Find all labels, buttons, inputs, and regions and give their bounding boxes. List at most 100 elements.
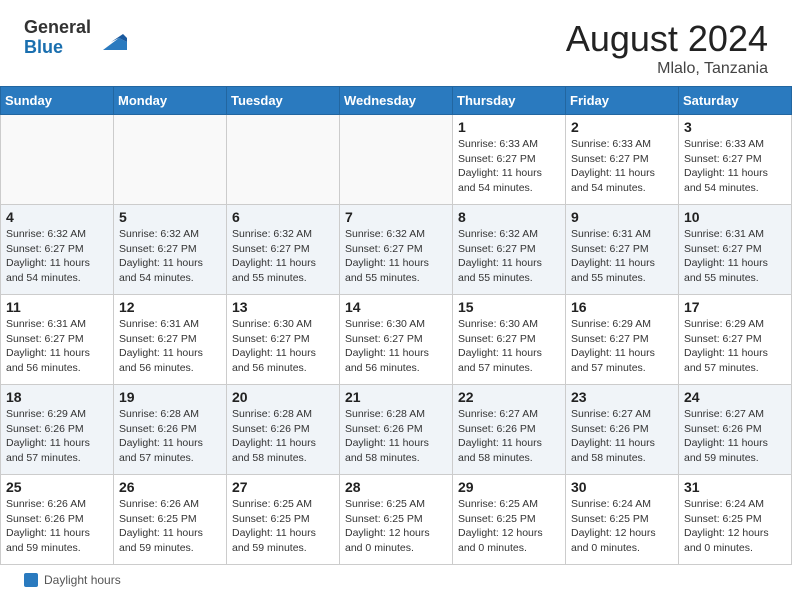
calendar-day-22: 22Sunrise: 6:27 AM Sunset: 6:26 PM Dayli…	[453, 385, 566, 475]
calendar-header: SundayMondayTuesdayWednesdayThursdayFrid…	[1, 87, 792, 115]
day-number: 26	[119, 479, 221, 495]
day-info: Sunrise: 6:29 AM Sunset: 6:27 PM Dayligh…	[571, 317, 673, 376]
day-info: Sunrise: 6:30 AM Sunset: 6:27 PM Dayligh…	[232, 317, 334, 376]
day-info: Sunrise: 6:28 AM Sunset: 6:26 PM Dayligh…	[232, 407, 334, 466]
weekday-header-friday: Friday	[566, 87, 679, 115]
day-info: Sunrise: 6:26 AM Sunset: 6:25 PM Dayligh…	[119, 497, 221, 556]
day-number: 19	[119, 389, 221, 405]
day-info: Sunrise: 6:29 AM Sunset: 6:26 PM Dayligh…	[6, 407, 108, 466]
logo-general: General	[24, 17, 91, 37]
calendar-day-15: 15 Sunrise: 6:30 AM Sunset: 6:27 PM Dayli…	[453, 295, 566, 385]
day-info: Sunrise: 6:27 AM Sunset: 6:26 PM Dayligh…	[684, 407, 786, 466]
day-number: 4	[6, 209, 108, 225]
day-info: Sunrise: 6:32 AM Sunset: 6:27 PM Dayligh…	[6, 227, 108, 286]
day-info: Sunrise: 6:32 AM Sunset: 6:27 PM Dayligh…	[119, 227, 221, 286]
day-number: 24	[684, 389, 786, 405]
calendar-day-17: 17 Sunrise: 6:29 AM Sunset: 6:27 PM Dayli…	[679, 295, 792, 385]
day-info: Sunrise: 6:28 AM Sunset: 6:26 PM Dayligh…	[119, 407, 221, 466]
calendar-day-30: 30 Sunrise: 6:24 AM Sunset: 6:25 PM Dayli…	[566, 475, 679, 565]
calendar-day-14: 14 Sunrise: 6:30 AM Sunset: 6:27 PM Dayli…	[340, 295, 453, 385]
calendar-day-3: 3Sunrise: 6:33 AM Sunset: 6:27 PM Daylig…	[679, 115, 792, 205]
calendar-week-2: 4 Sunrise: 6:32 AM Sunset: 6:27 PM Daylig…	[1, 205, 792, 295]
day-number: 25	[6, 479, 108, 495]
calendar-day-18: 18 Sunrise: 6:29 AM Sunset: 6:26 PM Dayli…	[1, 385, 114, 475]
day-number: 9	[571, 209, 673, 225]
calendar-day-25: 25 Sunrise: 6:26 AM Sunset: 6:26 PM Dayli…	[1, 475, 114, 565]
daylight-legend-label: Daylight hours	[44, 573, 121, 587]
logo-blue: Blue	[24, 37, 63, 57]
day-info: Sunrise: 6:32 AM Sunset: 6:27 PM Dayligh…	[458, 227, 560, 286]
calendar-day-8: 8Sunrise: 6:32 AM Sunset: 6:27 PM Daylig…	[453, 205, 566, 295]
calendar-day-23: 23Sunrise: 6:27 AM Sunset: 6:26 PM Dayli…	[566, 385, 679, 475]
calendar-day-9: 9 Sunrise: 6:31 AM Sunset: 6:27 PM Daylig…	[566, 205, 679, 295]
day-number: 14	[345, 299, 447, 315]
day-info: Sunrise: 6:31 AM Sunset: 6:27 PM Dayligh…	[119, 317, 221, 376]
day-number: 15	[458, 299, 560, 315]
day-info: Sunrise: 6:25 AM Sunset: 6:25 PM Dayligh…	[458, 497, 560, 556]
day-number: 2	[571, 119, 673, 135]
daylight-legend-dot	[24, 573, 38, 587]
calendar-week-3: 11Sunrise: 6:31 AM Sunset: 6:27 PM Dayli…	[1, 295, 792, 385]
calendar-week-1: 1Sunrise: 6:33 AM Sunset: 6:27 PM Daylig…	[1, 115, 792, 205]
calendar-day-empty	[1, 115, 114, 205]
calendar-day-31: 31Sunrise: 6:24 AM Sunset: 6:25 PM Dayli…	[679, 475, 792, 565]
day-number: 20	[232, 389, 334, 405]
calendar-day-2: 2 Sunrise: 6:33 AM Sunset: 6:27 PM Daylig…	[566, 115, 679, 205]
weekday-header-wednesday: Wednesday	[340, 87, 453, 115]
day-number: 5	[119, 209, 221, 225]
weekday-header-tuesday: Tuesday	[227, 87, 340, 115]
day-info: Sunrise: 6:30 AM Sunset: 6:27 PM Dayligh…	[458, 317, 560, 376]
calendar-day-13: 13 Sunrise: 6:30 AM Sunset: 6:27 PM Dayli…	[227, 295, 340, 385]
day-info: Sunrise: 6:32 AM Sunset: 6:27 PM Dayligh…	[345, 227, 447, 286]
calendar-day-27: 27 Sunrise: 6:25 AM Sunset: 6:25 PM Dayli…	[227, 475, 340, 565]
weekday-header-saturday: Saturday	[679, 87, 792, 115]
calendar-day-29: 29 Sunrise: 6:25 AM Sunset: 6:25 PM Dayli…	[453, 475, 566, 565]
calendar-day-21: 21 Sunrise: 6:28 AM Sunset: 6:26 PM Dayli…	[340, 385, 453, 475]
day-info: Sunrise: 6:31 AM Sunset: 6:27 PM Dayligh…	[571, 227, 673, 286]
weekday-header-sunday: Sunday	[1, 87, 114, 115]
calendar-week-5: 25 Sunrise: 6:26 AM Sunset: 6:26 PM Dayli…	[1, 475, 792, 565]
day-number: 29	[458, 479, 560, 495]
calendar-day-12: 12 Sunrise: 6:31 AM Sunset: 6:27 PM Dayli…	[114, 295, 227, 385]
day-number: 6	[232, 209, 334, 225]
day-number: 10	[684, 209, 786, 225]
day-number: 22	[458, 389, 560, 405]
calendar-day-empty	[114, 115, 227, 205]
calendar-week-4: 18 Sunrise: 6:29 AM Sunset: 6:26 PM Dayli…	[1, 385, 792, 475]
day-number: 31	[684, 479, 786, 495]
day-number: 17	[684, 299, 786, 315]
logo: General Blue	[24, 18, 127, 58]
calendar-body: 1Sunrise: 6:33 AM Sunset: 6:27 PM Daylig…	[1, 115, 792, 565]
day-number: 28	[345, 479, 447, 495]
day-info: Sunrise: 6:32 AM Sunset: 6:27 PM Dayligh…	[232, 227, 334, 286]
page-header: General Blue August 2024 Mlalo, Tanzania	[0, 0, 792, 86]
day-number: 21	[345, 389, 447, 405]
calendar-day-26: 26 Sunrise: 6:26 AM Sunset: 6:25 PM Dayli…	[114, 475, 227, 565]
day-number: 18	[6, 389, 108, 405]
calendar-day-20: 20 Sunrise: 6:28 AM Sunset: 6:26 PM Dayli…	[227, 385, 340, 475]
day-info: Sunrise: 6:29 AM Sunset: 6:27 PM Dayligh…	[684, 317, 786, 376]
day-info: Sunrise: 6:28 AM Sunset: 6:26 PM Dayligh…	[345, 407, 447, 466]
day-info: Sunrise: 6:25 AM Sunset: 6:25 PM Dayligh…	[345, 497, 447, 556]
calendar-day-empty	[340, 115, 453, 205]
calendar-day-4: 4 Sunrise: 6:32 AM Sunset: 6:27 PM Daylig…	[1, 205, 114, 295]
month-year-title: August 2024	[566, 18, 768, 60]
day-info: Sunrise: 6:26 AM Sunset: 6:26 PM Dayligh…	[6, 497, 108, 556]
calendar-day-6: 6 Sunrise: 6:32 AM Sunset: 6:27 PM Daylig…	[227, 205, 340, 295]
day-number: 13	[232, 299, 334, 315]
day-info: Sunrise: 6:27 AM Sunset: 6:26 PM Dayligh…	[571, 407, 673, 466]
day-number: 30	[571, 479, 673, 495]
calendar-day-10: 10Sunrise: 6:31 AM Sunset: 6:27 PM Dayli…	[679, 205, 792, 295]
calendar-day-empty	[227, 115, 340, 205]
day-info: Sunrise: 6:24 AM Sunset: 6:25 PM Dayligh…	[571, 497, 673, 556]
logo-icon	[95, 22, 127, 54]
calendar-day-24: 24 Sunrise: 6:27 AM Sunset: 6:26 PM Dayli…	[679, 385, 792, 475]
day-number: 27	[232, 479, 334, 495]
day-number: 12	[119, 299, 221, 315]
day-info: Sunrise: 6:33 AM Sunset: 6:27 PM Dayligh…	[571, 137, 673, 196]
weekday-header-monday: Monday	[114, 87, 227, 115]
day-info: Sunrise: 6:25 AM Sunset: 6:25 PM Dayligh…	[232, 497, 334, 556]
calendar-day-16: 16Sunrise: 6:29 AM Sunset: 6:27 PM Dayli…	[566, 295, 679, 385]
day-info: Sunrise: 6:30 AM Sunset: 6:27 PM Dayligh…	[345, 317, 447, 376]
calendar-day-19: 19 Sunrise: 6:28 AM Sunset: 6:26 PM Dayli…	[114, 385, 227, 475]
